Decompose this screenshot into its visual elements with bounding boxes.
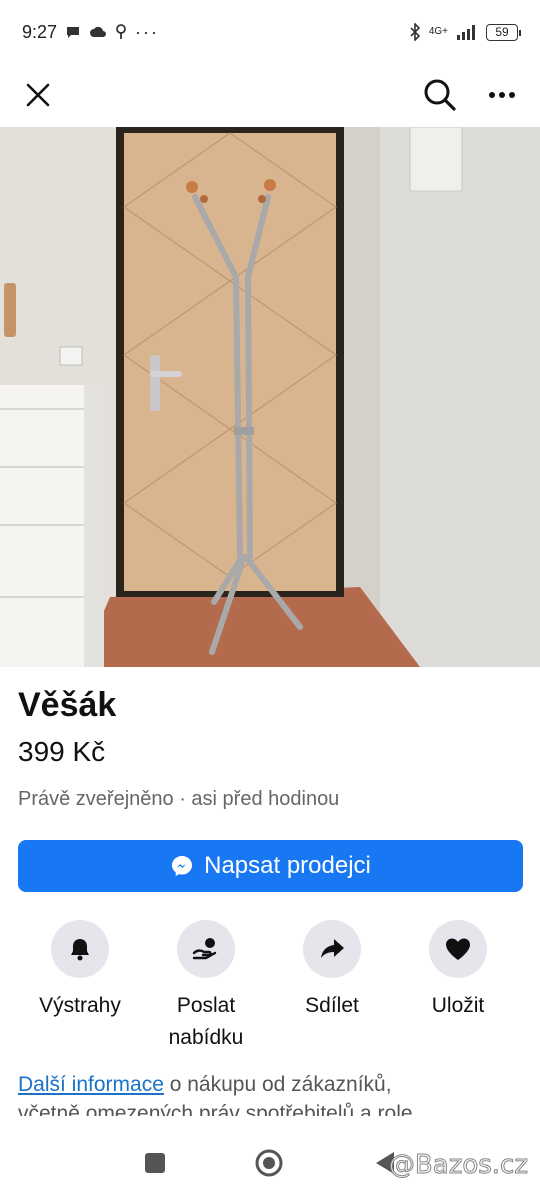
- message-seller-button[interactable]: Napsat prodejci: [18, 840, 523, 892]
- more-notifications-icon: ···: [135, 21, 160, 42]
- action-row: Výstrahy Poslat nabídku Sdílet Uložit: [0, 920, 540, 1053]
- home-button[interactable]: [254, 1148, 284, 1183]
- notification-icon: [115, 23, 127, 41]
- message-seller-label: Napsat prodejci: [204, 852, 371, 879]
- listing-meta: Právě zveřejněno · asi před hodinou: [18, 788, 340, 810]
- close-icon: [26, 83, 50, 107]
- share-label: Sdílet: [305, 994, 359, 1017]
- send-offer-label: Poslat nabídku: [168, 994, 244, 1049]
- bluetooth-icon: [409, 23, 421, 41]
- top-nav: [0, 64, 540, 126]
- search-icon: [424, 79, 456, 111]
- more-info-text: Další informace o nákupu od zákazníků, v…: [18, 1070, 523, 1116]
- listing-title: Věšák: [18, 686, 117, 724]
- photo-illustration: [0, 127, 540, 667]
- signal-icon: [456, 24, 478, 40]
- battery-icon: 59: [486, 23, 521, 41]
- status-time: 9:27: [22, 21, 58, 42]
- heart-icon: [446, 938, 470, 960]
- offer-icon: [192, 938, 217, 960]
- more-icon: [489, 92, 515, 98]
- more-info-text-part: o nákupu od zákazníků,: [163, 1073, 392, 1096]
- more-info-link[interactable]: Další informace: [18, 1073, 164, 1096]
- cloud-icon: [89, 25, 107, 39]
- send-offer-button[interactable]: Poslat nabídku: [143, 920, 269, 1053]
- messenger-icon: [172, 856, 193, 876]
- share-button[interactable]: Sdílet: [269, 920, 395, 1053]
- search-button[interactable]: [420, 75, 460, 115]
- share-icon: [321, 939, 344, 958]
- close-button[interactable]: [18, 75, 58, 115]
- status-bar: 9:27 ··· 4G+ 59: [0, 0, 540, 64]
- bell-icon: [71, 939, 89, 961]
- watermark: @Bazos.cz: [388, 1150, 528, 1181]
- save-label: Uložit: [431, 994, 485, 1017]
- recents-button[interactable]: [144, 1152, 166, 1179]
- circle-icon: [255, 1149, 283, 1176]
- listing-photo[interactable]: [0, 127, 540, 667]
- battery-level: 59: [495, 25, 509, 39]
- listing-price: 399 Kč: [18, 736, 106, 767]
- chat-bubble-icon: [65, 24, 81, 40]
- save-button[interactable]: Uložit: [395, 920, 521, 1053]
- network-label: 4G+: [428, 26, 448, 37]
- more-info-line2: včetně omezených práv spotřebitelů a rol…: [18, 1102, 413, 1116]
- alerts-label: Výstrahy: [39, 994, 121, 1017]
- alerts-button[interactable]: Výstrahy: [17, 920, 143, 1053]
- more-options-button[interactable]: [482, 75, 522, 115]
- square-icon: [145, 1152, 165, 1173]
